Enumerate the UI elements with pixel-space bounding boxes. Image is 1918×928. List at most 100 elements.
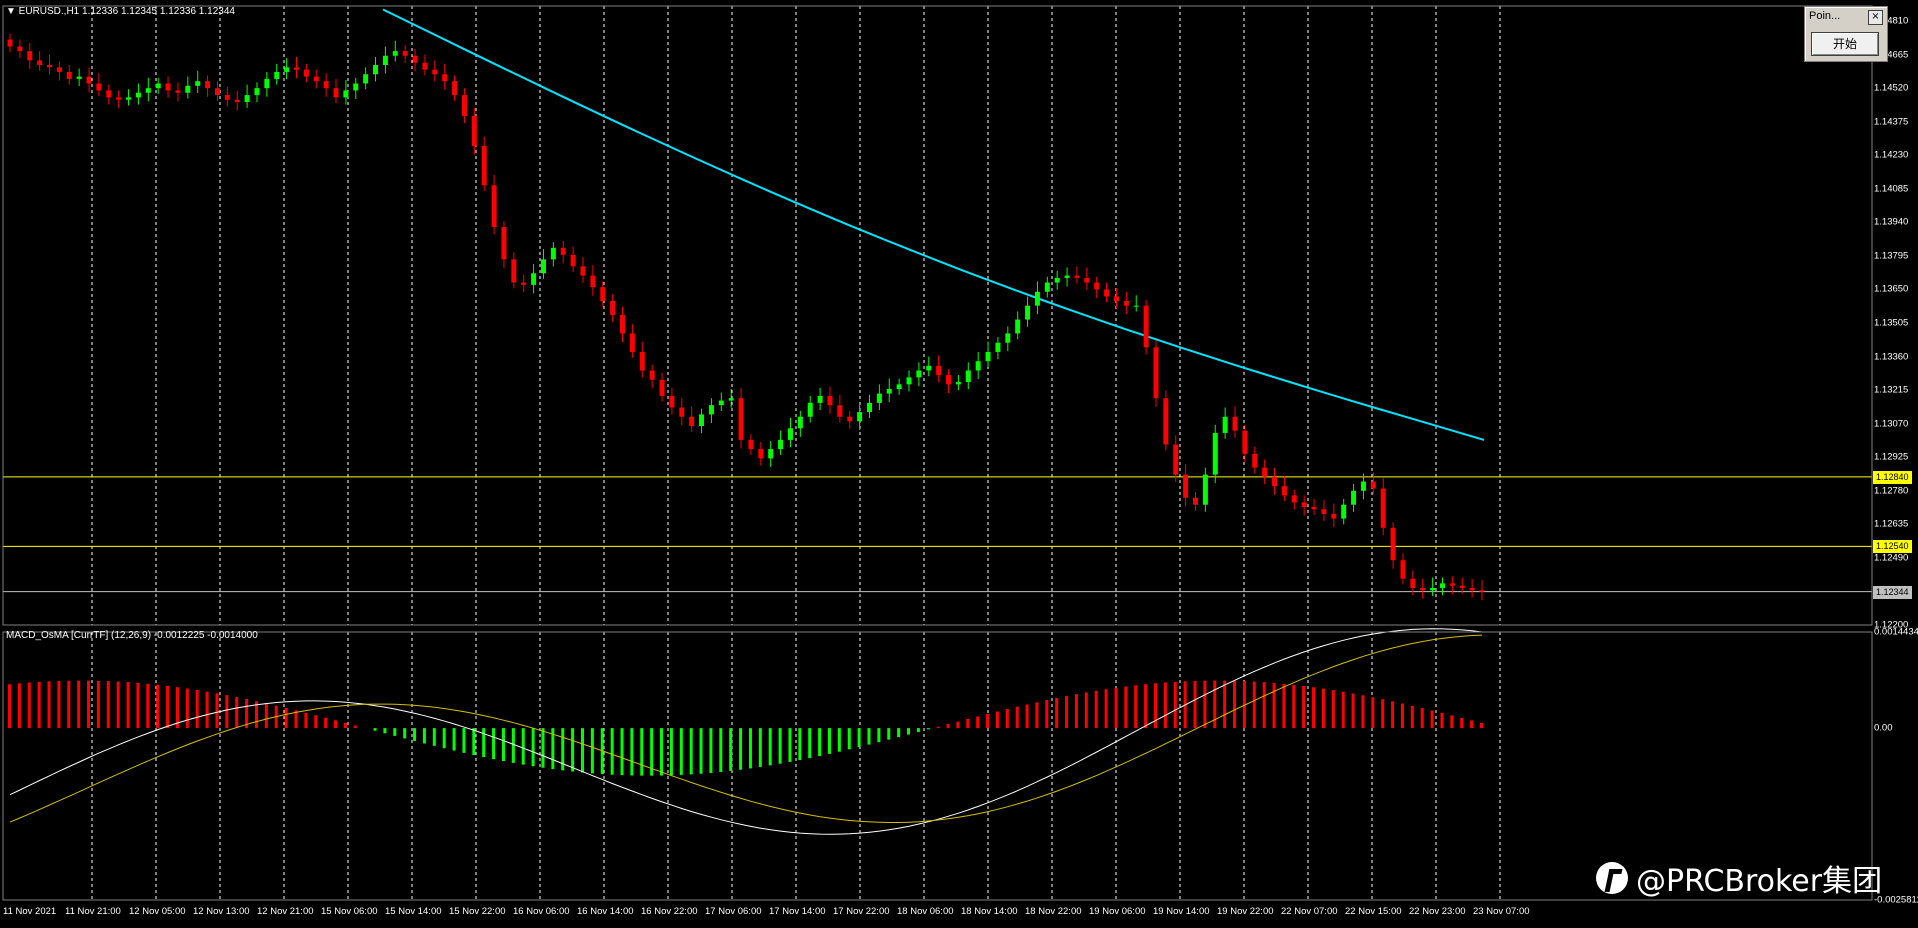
histogram-bar [1371,697,1375,729]
histogram-bar [343,722,347,729]
histogram-bar [225,695,229,729]
candle-body [857,412,863,422]
candle-body [343,90,349,98]
start-button[interactable]: 开始 [1811,32,1879,56]
histogram-bar [1144,684,1148,729]
histogram-bar [679,728,683,775]
candle-body [659,379,665,396]
histogram-bar [67,680,71,729]
histogram-bar [590,728,594,774]
candle-body [323,81,329,89]
candle-body [254,88,260,96]
histogram-bar [1055,698,1059,729]
candle-body [1272,476,1278,487]
candle-body [1331,513,1337,519]
candle-body [1005,333,1011,343]
candle-body [1084,277,1090,283]
points-window[interactable]: Poin... × 开始 [1804,6,1888,62]
histogram-bar [166,685,170,729]
price-chart[interactable] [0,0,1918,928]
candle-body [96,83,102,91]
candle-body [293,67,299,70]
time-tick-label: 12 Nov 21:00 [257,906,314,917]
histogram-bar [185,688,189,729]
candle-body [1064,275,1070,278]
candle-body [1143,305,1149,348]
histogram-bar [403,728,407,739]
price-panel-frame [2,5,1873,626]
candle-body [1193,497,1199,505]
candle-body [1479,590,1485,592]
candle-body [1351,490,1357,505]
histogram-bar [1282,683,1286,729]
price-tick-label: 1.12490 [1874,552,1909,564]
histogram-bar [1321,688,1325,729]
histogram-bar [1094,690,1098,729]
close-icon[interactable]: × [1868,10,1883,25]
signal-line [9,634,1483,823]
price-tag: 1.12344 [1873,585,1912,599]
candle-body [205,81,211,89]
candle-body [76,76,82,79]
candle-body [975,361,981,371]
histogram-bar [758,728,762,767]
histogram-bar [195,690,199,729]
histogram-bar [1104,689,1108,729]
candle-body [639,351,645,371]
histogram-bar [1114,687,1118,729]
histogram-bar [748,728,752,769]
histogram-bar [966,719,970,729]
histogram-bar [1470,720,1474,729]
macd-tick-label: 0.00 [1874,722,1893,734]
histogram-bar [1460,717,1464,729]
histogram-bar [353,725,357,729]
macd-line [9,628,1483,835]
candle-body [995,342,1001,352]
time-tick-label: 19 Nov 06:00 [1089,906,1146,917]
candle-body [1341,504,1347,519]
histogram-bar [610,728,614,775]
histogram-bar [936,726,940,729]
candle-body [916,370,922,378]
candle-body [145,88,151,93]
histogram-bar [205,691,209,729]
histogram-bar [1331,690,1335,729]
histogram-bar [1045,700,1049,729]
price-tick-label: 1.12635 [1874,518,1909,530]
candle-body [511,259,517,283]
candle-body [1034,291,1040,306]
time-tick-label: 17 Nov 22:00 [833,906,890,917]
candle-body [155,83,161,89]
time-tick-label: 22 Nov 15:00 [1345,906,1402,917]
candle-body [896,384,902,389]
candle-body [778,439,784,450]
histogram-bar [413,728,417,741]
histogram-bar [116,681,120,729]
histogram-bar [156,684,160,729]
histogram-bar [1173,681,1177,729]
histogram-bar [1252,681,1256,729]
histogram-bar [768,728,772,766]
candle-body [47,65,53,68]
histogram-bar [1262,682,1266,729]
histogram-bar [17,683,21,729]
candle-body [807,402,813,417]
histogram-bar [1213,680,1217,729]
candle-body [550,247,556,260]
histogram-bar [235,697,239,729]
histogram-bar [1420,708,1424,729]
time-tick-label: 22 Nov 07:00 [1281,906,1338,917]
candle-body [1232,416,1238,431]
histogram-bar [1223,680,1227,729]
candle-body [27,51,33,61]
candle-body [1321,509,1327,514]
candle-body [946,375,952,385]
histogram-bar [383,728,387,734]
histogram-bar [709,728,713,773]
time-tick-label: 16 Nov 06:00 [513,906,570,917]
candle-body [37,60,43,66]
histogram-bar [916,728,920,732]
candle-body [284,67,290,72]
points-window-title: Poin... [1809,10,1841,22]
candle-body [422,62,428,70]
